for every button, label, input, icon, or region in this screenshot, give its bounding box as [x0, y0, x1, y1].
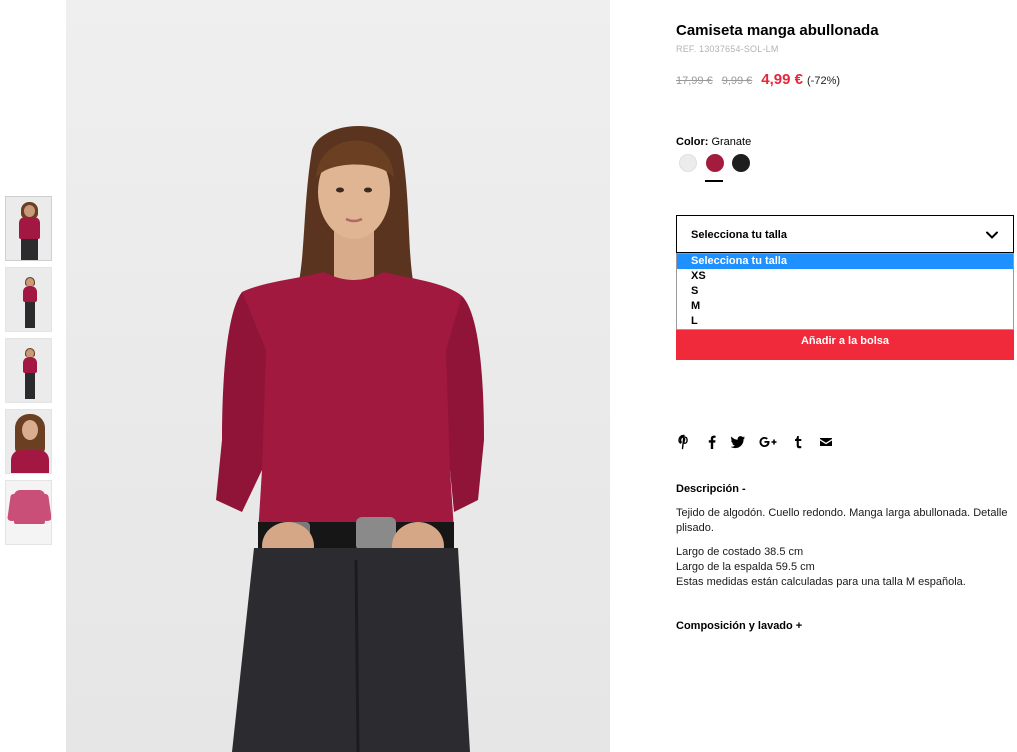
model-illustration — [216, 126, 484, 752]
price-row: 17,99 € 9,99 € 4,99 € (-72%) — [676, 71, 840, 91]
size-option-placeholder[interactable]: Selecciona tu talla — [677, 254, 1013, 269]
twitter-icon[interactable] — [730, 434, 746, 450]
composition-toggle[interactable]: Composición y lavado + — [676, 620, 802, 632]
price-current: 4,99 € — [761, 71, 804, 88]
thumb-shirt — [14, 490, 45, 524]
measurement-note: Estas medidas están calculadas para una … — [676, 576, 966, 588]
thumb-shirt — [11, 450, 49, 473]
size-select-value: Selecciona tu talla — [691, 229, 787, 241]
size-dropdown-list: Selecciona tu talla XS S M L — [676, 253, 1014, 330]
thumb-shirt — [23, 286, 37, 302]
thumb-head — [24, 205, 35, 217]
thumb-jeans — [25, 302, 35, 328]
swatch-burgundy[interactable] — [706, 154, 724, 172]
chevron-down-icon — [986, 231, 998, 239]
thumb-jeans — [21, 239, 38, 260]
price-previous: 9,99 € — [721, 75, 753, 87]
main-product-image — [66, 0, 610, 752]
measurements-text: Largo de costado 38.5 cm Largo de la esp… — [676, 545, 1014, 590]
discount-badge: (-72%) — [807, 75, 841, 87]
thumbnail-full-body[interactable] — [5, 267, 52, 332]
thumbnail-flat-lay[interactable] — [5, 480, 52, 545]
color-selected-name: Granate — [711, 136, 752, 148]
color-swatches — [679, 154, 769, 184]
tumblr-icon[interactable] — [790, 434, 806, 450]
add-to-bag-label: Añadir a la bolsa — [800, 335, 890, 347]
thumbnail-list — [5, 196, 53, 551]
size-option-s[interactable]: S — [677, 284, 1013, 299]
color-label-prefix: Color: — [676, 136, 709, 148]
thumb-shirt — [23, 357, 37, 373]
description-title[interactable]: Descripción - — [676, 483, 746, 495]
thumbnail-side[interactable] — [5, 338, 52, 403]
social-share-icons — [676, 434, 846, 452]
pinterest-icon[interactable] — [676, 434, 692, 450]
thumbnail-front[interactable] — [5, 196, 52, 261]
email-icon[interactable] — [818, 434, 834, 450]
color-label: Color: Granate — [676, 136, 751, 148]
swatch-black[interactable] — [732, 154, 750, 172]
facebook-icon[interactable] — [704, 434, 720, 450]
selected-swatch-indicator — [705, 180, 723, 182]
size-option-xs[interactable]: XS — [677, 269, 1013, 284]
google-plus-icon[interactable] — [758, 434, 778, 450]
size-select[interactable]: Selecciona tu talla — [676, 215, 1014, 253]
measurement-side-length: Largo de costado 38.5 cm — [676, 546, 804, 558]
price-original: 17,99 € — [676, 75, 713, 87]
thumb-shirt — [19, 217, 40, 239]
product-reference: REF. 13037654-SOL-LM — [676, 44, 779, 54]
thumb-jeans — [25, 373, 35, 399]
measurement-back-length: Largo de la espalda 59.5 cm — [676, 561, 815, 573]
product-title: Camiseta manga abullonada — [676, 22, 879, 39]
size-option-m[interactable]: M — [677, 299, 1013, 314]
description-text: Tejido de algodón. Cuello redondo. Manga… — [676, 507, 1008, 534]
swatch-white[interactable] — [679, 154, 697, 172]
thumb-head — [22, 420, 38, 440]
size-option-l[interactable]: L — [677, 314, 1013, 329]
thumbnail-closeup[interactable] — [5, 409, 52, 474]
